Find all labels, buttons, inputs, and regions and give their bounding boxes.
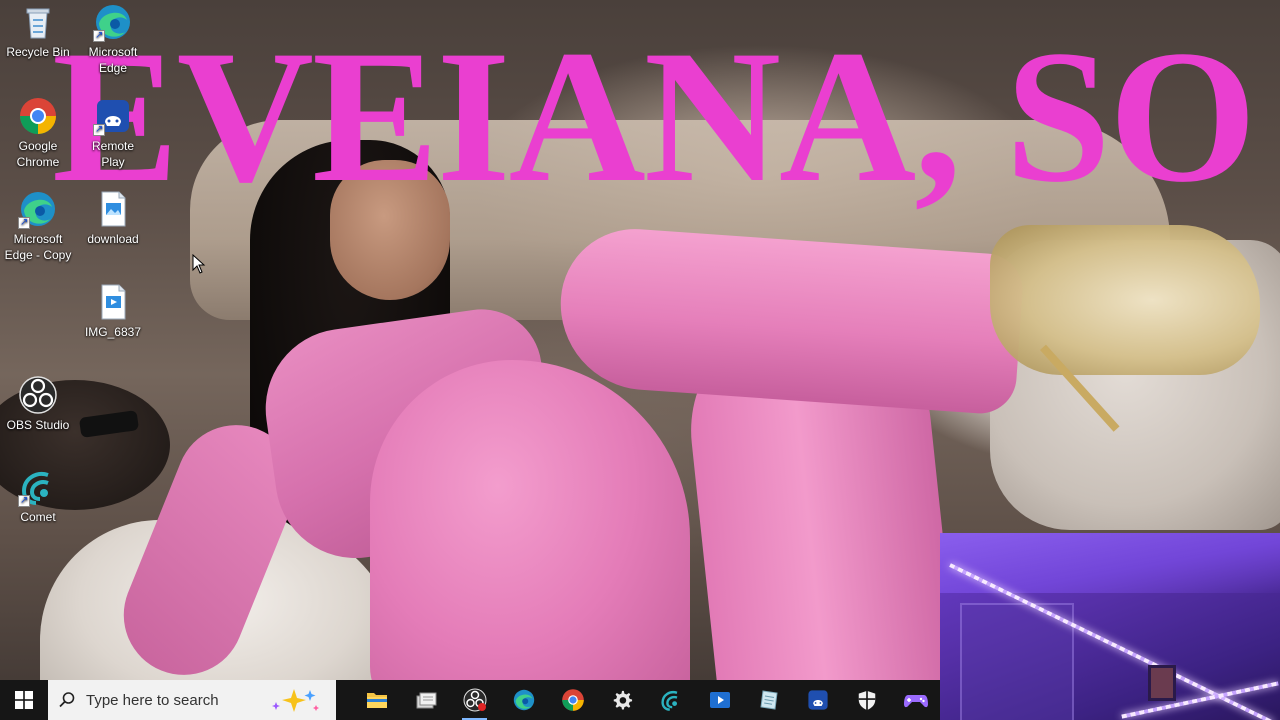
edge-icon [513, 689, 534, 711]
webcam-wall-picture [1148, 665, 1176, 701]
taskbar-app-media-player[interactable] [695, 680, 744, 720]
desktop-icon-google-chrome[interactable]: Google Chrome [0, 96, 76, 170]
desktop-icon-label: Microsoft Edge [88, 45, 138, 75]
desktop-icon-microsoft-edge[interactable]: Microsoft Edge [75, 2, 151, 76]
desktop-icon-img-6837[interactable]: IMG_6837 [75, 282, 151, 340]
media-player-icon [709, 692, 730, 708]
desktop-icon-label: OBS Studio [6, 418, 70, 432]
chrome-icon [561, 689, 584, 711]
webcam-overlay [940, 533, 1280, 720]
taskbar-app-remote-play[interactable] [793, 680, 842, 720]
gear-icon [613, 690, 632, 710]
webcam-door [960, 603, 1074, 720]
wallpaper-person-leg [554, 224, 1026, 416]
taskbar-app-microsoft-edge[interactable] [499, 680, 548, 720]
search-icon [59, 692, 75, 708]
desktop-icon-comet[interactable]: Comet [0, 467, 76, 525]
desktop-icon-label: Recycle Bin [6, 45, 70, 59]
desktop-icon-label: IMG_6837 [84, 325, 142, 339]
search-input[interactable] [84, 690, 258, 710]
desktop-icon-label: download [87, 232, 139, 246]
start-button[interactable] [0, 680, 48, 720]
taskbar-app-file-explorer[interactable] [352, 680, 401, 720]
desktop-icon-obs-studio[interactable]: OBS Studio [0, 375, 76, 433]
windows-logo-icon [15, 691, 33, 709]
search-highlight-sparkle-icon [272, 689, 319, 712]
recycle-bin-icon [18, 2, 58, 42]
comet-icon [18, 467, 58, 509]
edge-icon [93, 2, 133, 44]
mouse-cursor-icon [192, 253, 206, 279]
desktop-icon-download[interactable]: download [75, 189, 151, 247]
files-icon [416, 692, 436, 709]
desktop-icon-label: Microsoft Edge - Copy [4, 232, 72, 262]
taskbar-app-obs-studio[interactable] [450, 680, 499, 720]
game-controller-icon [903, 695, 928, 708]
wallpaper-heel-shoe [990, 225, 1260, 375]
chrome-icon [18, 96, 58, 136]
desktop-icon-recycle-bin[interactable]: Recycle Bin [0, 2, 76, 60]
overlay-title-text: EVEIANA, SO [52, 12, 1257, 222]
wallpaper-person-leg [370, 360, 690, 720]
shortcut-arrow-icon [93, 122, 105, 138]
shield-icon [858, 690, 875, 711]
edge-icon [18, 189, 58, 231]
obs-icon [463, 688, 486, 712]
taskbar-app-files[interactable] [401, 680, 450, 720]
desktop-icon-remote-play[interactable]: Remote Play [75, 96, 151, 170]
comet-icon [660, 691, 677, 711]
taskbar-app-security[interactable] [842, 680, 891, 720]
image-file-icon [93, 189, 133, 229]
desktop-icon-label: Google Chrome [16, 139, 60, 169]
shortcut-arrow-icon [93, 28, 105, 44]
taskbar-app-game-controller[interactable] [891, 680, 940, 720]
obs-icon [18, 375, 58, 415]
taskbar-app-comet[interactable] [646, 680, 695, 720]
shortcut-arrow-icon [18, 493, 30, 509]
remote-play-icon [93, 96, 133, 138]
desktop: EVEIANA, SO Recycle Bin Microsoft Edge [0, 0, 1280, 720]
desktop-icon-microsoft-edge-copy[interactable]: Microsoft Edge - Copy [0, 189, 76, 263]
taskbar-search-box[interactable] [48, 680, 336, 720]
image-file-icon [93, 282, 133, 322]
notepad-icon [759, 690, 778, 710]
taskbar-app-notepad[interactable] [744, 680, 793, 720]
taskbar-app-google-chrome[interactable] [548, 680, 597, 720]
desktop-icon-label: Remote Play [91, 139, 135, 169]
desktop-icon-label: Comet [20, 510, 56, 524]
shortcut-arrow-icon [18, 215, 30, 231]
taskbar [0, 680, 940, 720]
taskbar-app-settings[interactable] [597, 680, 646, 720]
folder-icon [366, 693, 387, 708]
remote-play-icon [807, 690, 828, 710]
